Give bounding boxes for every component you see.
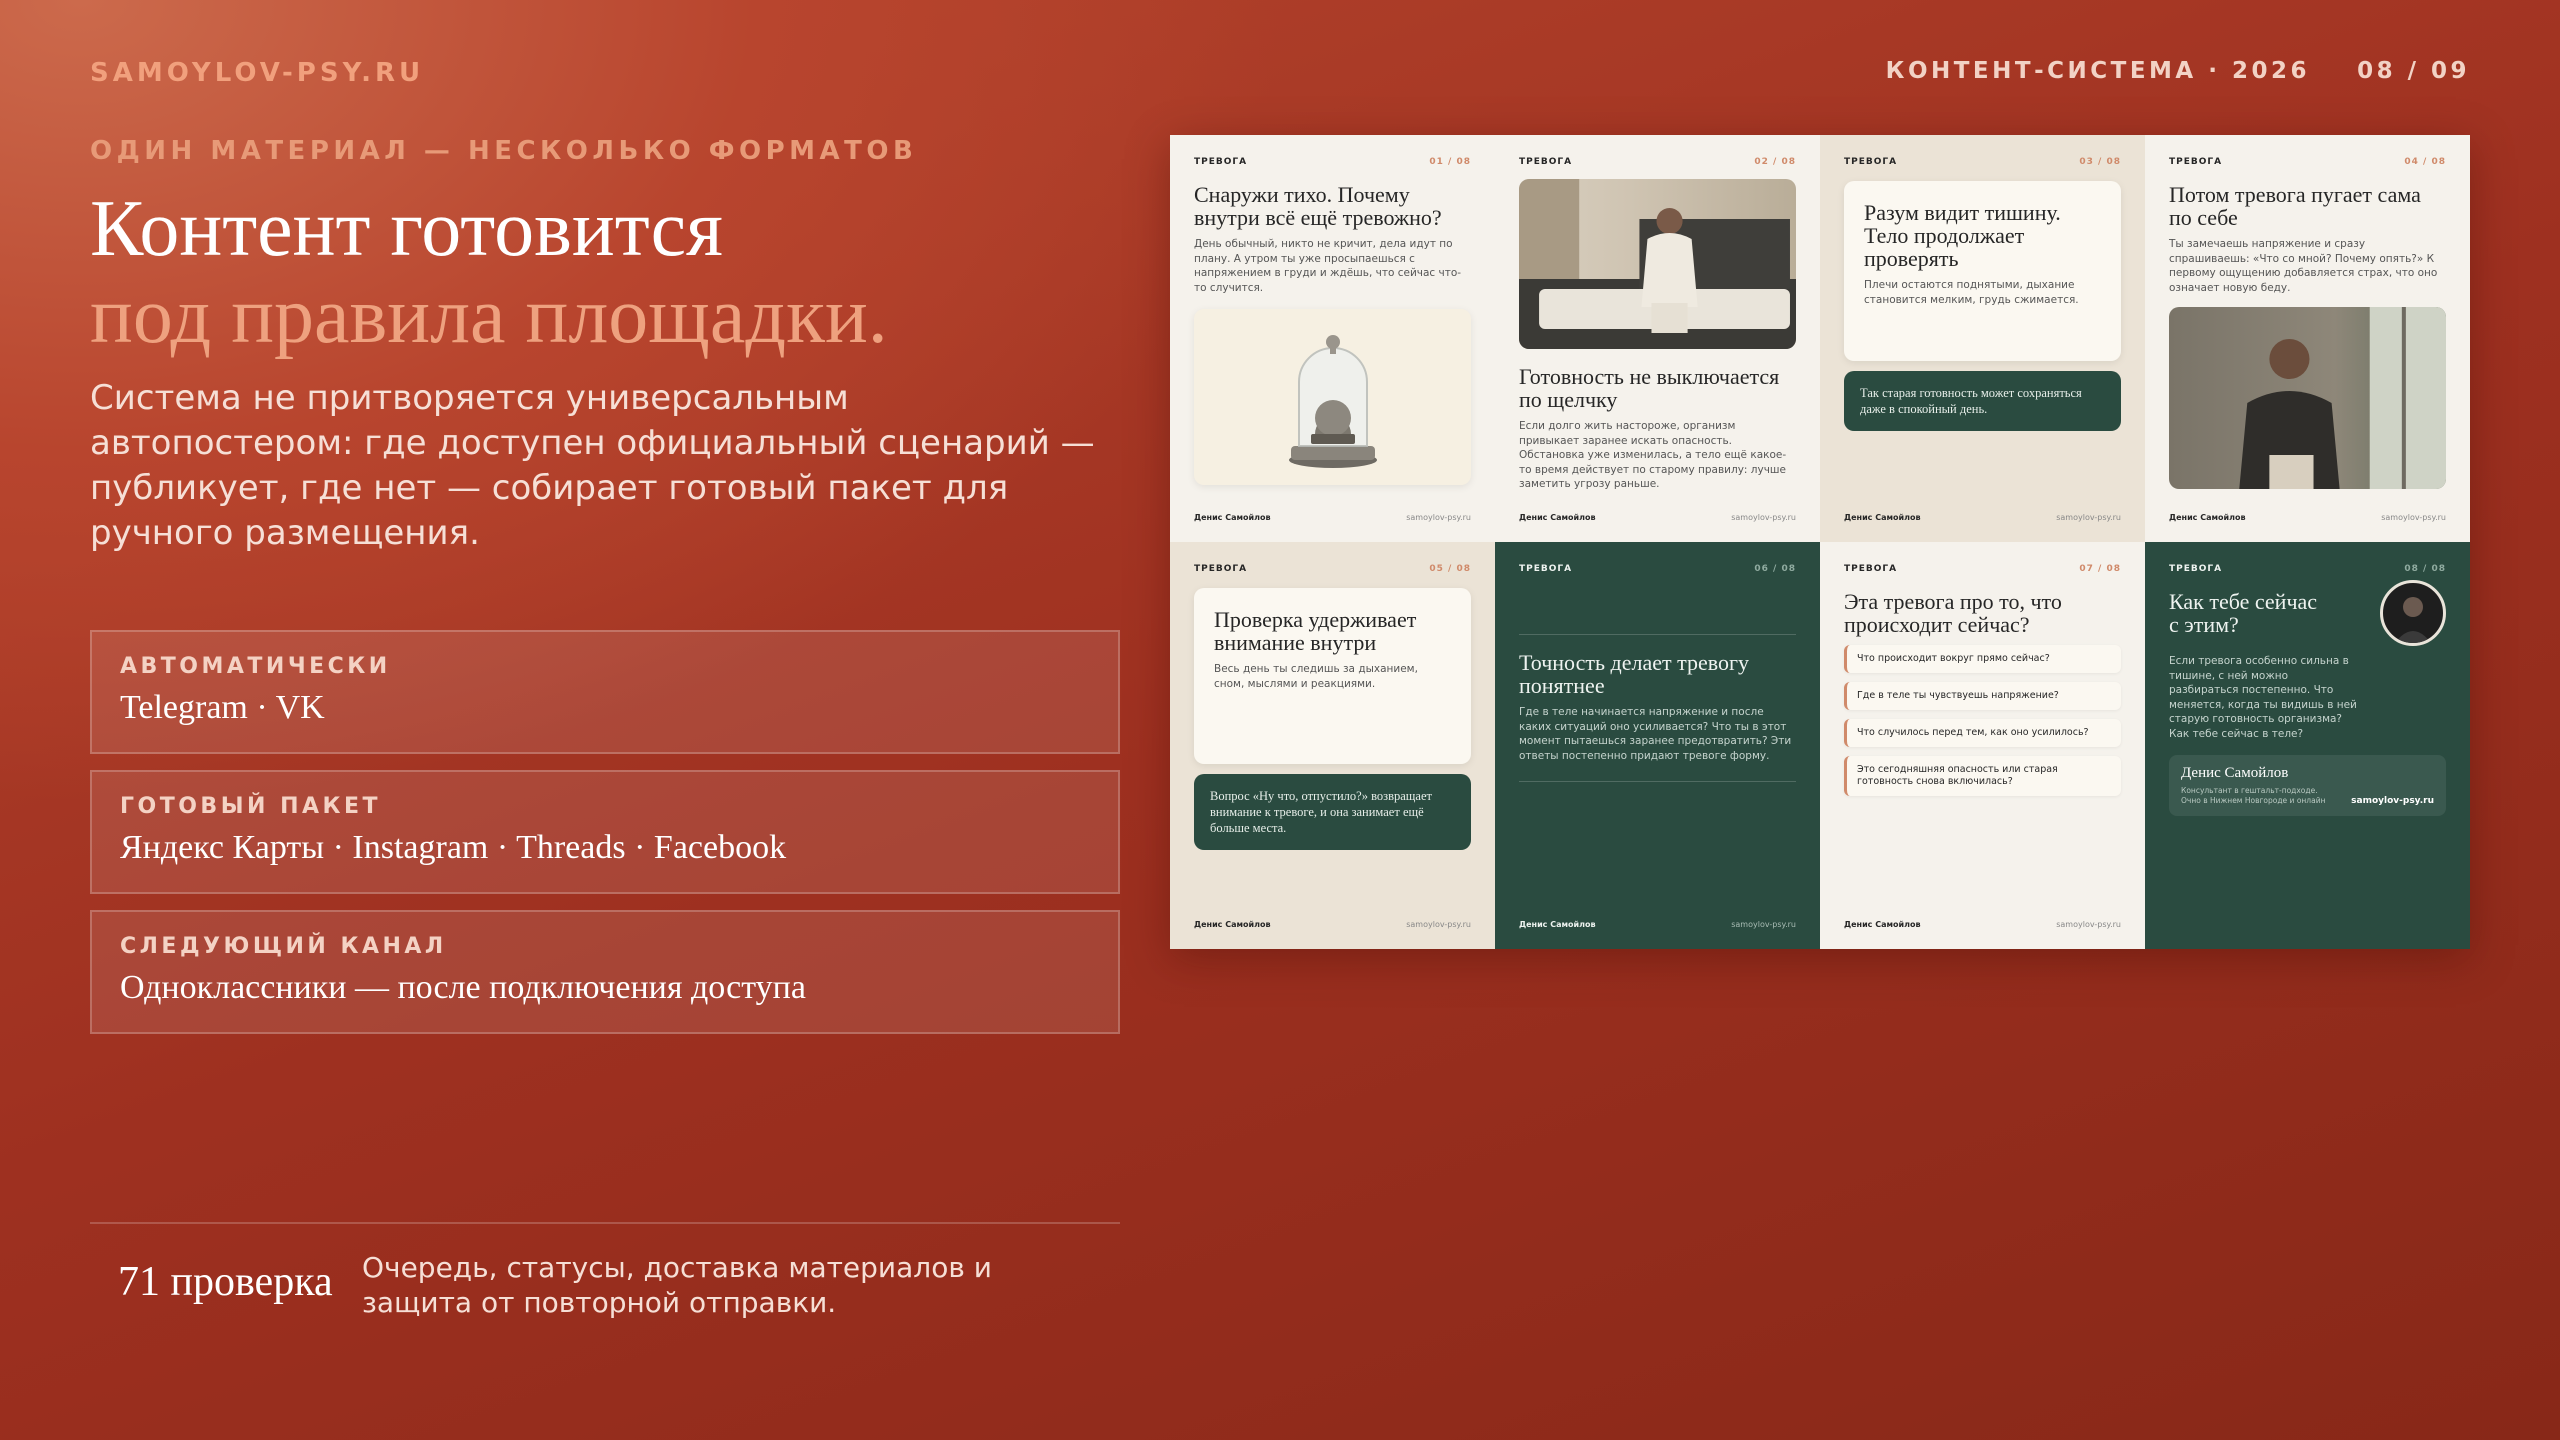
- bell-jar-illustration: [1194, 309, 1471, 485]
- card-author: Денис Самойлов: [1194, 513, 1271, 522]
- carousel-card-4: ТРЕВОГА 04 / 08 Потом тревога пугает сама…: [2145, 135, 2470, 542]
- checks-count: 71 проверка: [118, 1259, 333, 1305]
- woman-on-bed-photo: [1519, 179, 1796, 349]
- page-counter: 08 / 09: [2357, 58, 2470, 84]
- card-panel: Проверка удерживает внимание внутри Весь…: [1194, 588, 1471, 764]
- channel-card-auto: АВТОМАТИЧЕСКИ Telegram · VK: [90, 630, 1120, 754]
- question-item: Где в теле ты чувствуешь напряжение?: [1844, 682, 2121, 710]
- card-site: samoylov-psy.ru: [2056, 513, 2121, 522]
- question-item: Что происходит вокруг прямо сейчас?: [1844, 645, 2121, 673]
- card-title: Потом тревога пугает сама по себе: [2169, 182, 2421, 230]
- channel-label: СЛЕДУЮЩИЙ КАНАЛ: [120, 934, 447, 959]
- card-author: Денис Самойлов: [1844, 920, 1921, 929]
- card-title: Как тебе сейчас с этим?: [2169, 589, 2318, 637]
- card-tag: ТРЕВОГА: [1844, 564, 1898, 574]
- channel-label: АВТОМАТИЧЕСКИ: [120, 654, 391, 679]
- card-site: samoylov-psy.ru: [1731, 513, 1796, 522]
- section-title: КОНТЕНТ-СИСТЕМА · 2026: [1885, 58, 2310, 84]
- avatar: [2380, 580, 2446, 646]
- card-title: Разум видит тишину. Тело продолжает пров…: [1864, 200, 2061, 271]
- channel-card-next: СЛЕДУЮЩИЙ КАНАЛ Одноклассники — после по…: [90, 910, 1120, 1034]
- card-text: Ты замечаешь напряжение и сразу спрашива…: [2169, 238, 2438, 294]
- card-number: 04 / 08: [2404, 157, 2446, 167]
- contact-card: Денис Самойлов Консультант в гештальт-по…: [2169, 755, 2446, 816]
- question-item: Что случилось перед тем, как оно усилило…: [1844, 719, 2121, 747]
- divider: [1519, 634, 1796, 635]
- card-number: 05 / 08: [1429, 564, 1471, 574]
- card-title: Готовность не выключается по щелчку: [1519, 364, 1780, 412]
- card-header-row: Как тебе сейчас с этим?: [2169, 574, 2446, 646]
- card-number: 07 / 08: [2079, 564, 2121, 574]
- card-site: samoylov-psy.ru: [2381, 513, 2446, 522]
- contact-site: samoylov-psy.ru: [2351, 796, 2434, 806]
- carousel-card-8: ТРЕВОГА 08 / 08 Как тебе сейчас с этим? Е…: [2145, 542, 2470, 949]
- card-text: Где в теле начинается напряжение и после…: [1519, 706, 1792, 762]
- channel-value: Яндекс Карты · Instagram · Threads · Fac…: [120, 829, 787, 866]
- card-text: Если долго жить настороже, организм прив…: [1519, 420, 1787, 490]
- carousel-card-5: ТРЕВОГА 05 / 08 Проверка удерживает внима…: [1170, 542, 1495, 949]
- card-note: Вопрос «Ну что, отпустило?» возвращает в…: [1194, 774, 1471, 850]
- card-number: 03 / 08: [2079, 157, 2121, 167]
- card-note: Так старая готовность может сохраняться …: [1844, 371, 2121, 431]
- card-site: samoylov-psy.ru: [1731, 920, 1796, 929]
- card-title: Точность делает тревогу понятнее: [1519, 650, 1750, 698]
- card-tag: ТРЕВОГА: [1194, 564, 1248, 574]
- card-text: Плечи остаются поднятыми, дыхание станов…: [1864, 279, 2079, 306]
- card-panel: Разум видит тишину. Тело продолжает пров…: [1844, 181, 2121, 361]
- card-number: 06 / 08: [1754, 564, 1796, 574]
- contact-role: Консультант в гештальт-подходе. Очно в Н…: [2181, 786, 2326, 805]
- carousel-card-3: ТРЕВОГА 03 / 08 Разум видит тишину. Тело …: [1820, 135, 2145, 542]
- card-author: Денис Самойлов: [2169, 513, 2246, 522]
- card-site: samoylov-psy.ru: [2056, 920, 2121, 929]
- card-title: Проверка удерживает внимание внутри: [1214, 607, 1417, 655]
- divider: [1519, 781, 1796, 782]
- divider: [90, 1222, 1120, 1224]
- card-tag: ТРЕВОГА: [1844, 157, 1898, 167]
- card-tag: ТРЕВОГА: [1519, 157, 1573, 167]
- card-text: Если тревога особенно сильна в тишине, с…: [2169, 655, 2357, 740]
- brand-logo: SAMOYLOV-PSY.RU: [90, 58, 425, 88]
- carousel-card-7: ТРЕВОГА 07 / 08 Эта тревога про то, что п…: [1820, 542, 2145, 949]
- card-author: Денис Самойлов: [1519, 513, 1596, 522]
- carousel-card-6: ТРЕВОГА 06 / 08 Точность делает тревогу п…: [1495, 542, 1820, 949]
- card-text: Весь день ты следишь за дыханием, сном, …: [1214, 663, 1418, 690]
- card-site: samoylov-psy.ru: [1406, 920, 1471, 929]
- checks-description: Очередь, статусы, доставка материалов и …: [362, 1251, 992, 1319]
- card-title: Снаружи тихо. Почему внутри всё ещё трев…: [1194, 182, 1442, 230]
- contact-name: Денис Самойлов: [2181, 765, 2289, 781]
- card-title: Эта тревога про то, что происходит сейча…: [1844, 589, 2062, 637]
- carousel-preview-grid: ТРЕВОГА 01 / 08 Снаружи тихо. Почему внут…: [1170, 135, 2470, 949]
- card-tag: ТРЕВОГА: [1519, 564, 1573, 574]
- card-number: 02 / 08: [1754, 157, 1796, 167]
- card-number: 08 / 08: [2404, 564, 2446, 574]
- card-author: Денис Самойлов: [1844, 513, 1921, 522]
- card-tag: ТРЕВОГА: [2169, 157, 2223, 167]
- channel-value: Одноклассники — после подключения доступ…: [120, 969, 806, 1006]
- card-author: Денис Самойлов: [1194, 920, 1271, 929]
- card-tag: ТРЕВОГА: [1194, 157, 1248, 167]
- carousel-card-2: ТРЕВОГА 02 / 08 Готовность не выключается…: [1495, 135, 1820, 542]
- channel-label: ГОТОВЫЙ ПАКЕТ: [120, 794, 382, 819]
- woman-by-window-photo: [2169, 307, 2446, 489]
- card-site: samoylov-psy.ru: [1406, 513, 1471, 522]
- slide-lead: Система не притворяется универсальным ав…: [90, 378, 1095, 553]
- card-text: День обычный, никто не кричит, дела идут…: [1194, 238, 1462, 294]
- carousel-card-1: ТРЕВОГА 01 / 08 Снаружи тихо. Почему внут…: [1170, 135, 1495, 542]
- bell-jar-icon: [1288, 335, 1377, 468]
- slide-title: Контент готовится: [90, 185, 723, 273]
- card-tag: ТРЕВОГА: [2169, 564, 2223, 574]
- question-item: Это сегодняшняя опасность или старая гот…: [1844, 756, 2121, 796]
- card-number: 01 / 08: [1429, 157, 1471, 167]
- channel-card-package: ГОТОВЫЙ ПАКЕТ Яндекс Карты · Instagram ·…: [90, 770, 1120, 894]
- channel-value: Telegram · VK: [120, 689, 325, 726]
- card-author: Денис Самойлов: [1519, 920, 1596, 929]
- slide-eyebrow: ОДИН МАТЕРИАЛ — НЕСКОЛЬКО ФОРМАТОВ: [90, 136, 918, 166]
- slide-title-accent: под правила площадки.: [90, 272, 888, 360]
